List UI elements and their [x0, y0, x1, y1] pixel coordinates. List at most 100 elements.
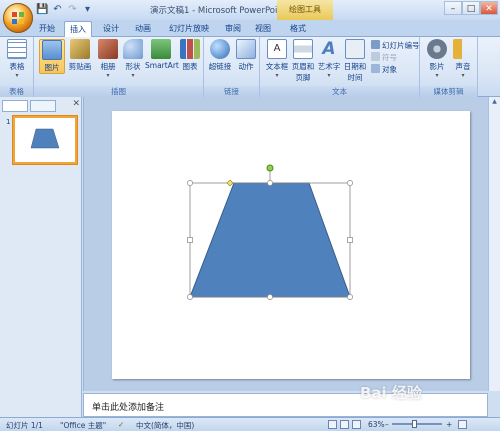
- close-button[interactable]: ✕: [480, 1, 498, 15]
- redo-icon[interactable]: ↷: [66, 3, 79, 16]
- object-icon: [371, 64, 380, 73]
- calendar-icon: [345, 39, 365, 59]
- chart-button[interactable]: 图表: [177, 39, 203, 72]
- language-status[interactable]: 中文(简体，中国): [136, 420, 194, 431]
- album-icon: [98, 39, 118, 59]
- group-media-label: 媒体剪辑: [420, 86, 477, 97]
- status-bar: 幻灯片 1/1 "Office 主题" ✓ 中文(简体，中国) 63% – +: [0, 417, 500, 431]
- resize-handle-w[interactable]: [187, 237, 193, 243]
- object-button[interactable]: 对象: [371, 64, 397, 75]
- symbol-button[interactable]: 符号: [371, 52, 397, 63]
- tab-design[interactable]: 设计: [98, 21, 124, 37]
- close-icon[interactable]: ✕: [72, 99, 80, 109]
- resize-handle-nw[interactable]: [187, 180, 193, 186]
- dropdown-arrow-icon: ▾: [461, 72, 465, 79]
- pane-tabs: ✕: [2, 99, 80, 112]
- wordart-button[interactable]: A 艺术字 ▾: [316, 39, 342, 79]
- fit-to-window-icon[interactable]: [458, 420, 467, 429]
- group-links-label: 链接: [204, 86, 259, 97]
- zoom-out-button[interactable]: –: [385, 420, 389, 429]
- clipart-icon: [70, 39, 90, 59]
- header-footer-label-2: 页脚: [295, 73, 311, 82]
- zoom-slider-thumb[interactable]: [412, 420, 417, 428]
- hyperlink-button[interactable]: 超链接: [207, 39, 233, 72]
- slide-number-button[interactable]: 幻灯片编号: [371, 40, 420, 51]
- theme-status[interactable]: "Office 主题": [60, 420, 106, 431]
- slide-count-status: 幻灯片 1/1: [6, 421, 43, 430]
- tab-review[interactable]: 审阅: [220, 21, 246, 37]
- shapes-button[interactable]: 形状 ▾: [120, 39, 146, 79]
- ribbon-tabs: 开始 插入 设计 动画 幻灯片放映 审阅 视图 格式: [0, 20, 500, 37]
- action-button-label: 动作: [238, 62, 254, 71]
- spellcheck-icon[interactable]: ✓: [118, 420, 124, 429]
- customize-qat-icon[interactable]: ▾: [81, 3, 94, 16]
- header-footer-button[interactable]: 页眉和 页脚: [290, 39, 316, 83]
- dropdown-arrow-icon: ▾: [15, 72, 19, 79]
- tab-format[interactable]: 格式: [284, 21, 312, 37]
- undo-icon[interactable]: ↶: [51, 3, 64, 16]
- maximize-button[interactable]: □: [462, 1, 480, 15]
- notes-pane[interactable]: 单击此处添加备注: [83, 393, 488, 417]
- minimize-button[interactable]: –: [444, 1, 462, 15]
- object-label: 对象: [382, 65, 397, 74]
- textbox-button-label: 文本框: [265, 62, 289, 71]
- vertical-scrollbar[interactable]: ▲: [488, 97, 500, 391]
- group-text-label: 文本: [260, 86, 419, 97]
- zoom-in-button[interactable]: +: [446, 420, 452, 429]
- sound-button[interactable]: 声音 ▾: [450, 39, 476, 79]
- slide-thumbnail[interactable]: [13, 116, 77, 164]
- outline-tab[interactable]: [30, 100, 56, 112]
- title-bar: 💾 ↶ ↷ ▾ 演示文稿1 - Microsoft PowerPoint 绘图工…: [0, 0, 500, 20]
- smartart-button[interactable]: SmartArt: [145, 39, 179, 70]
- tab-insert[interactable]: 插入: [64, 21, 92, 37]
- movie-button[interactable]: 影片 ▾: [424, 39, 450, 79]
- table-button[interactable]: 表格 ▾: [4, 39, 30, 79]
- textbox-button[interactable]: A 文本框 ▾: [264, 39, 290, 79]
- film-reel-icon: [427, 39, 447, 59]
- resize-handle-s[interactable]: [267, 294, 273, 300]
- office-button[interactable]: [3, 3, 33, 33]
- scroll-up-icon[interactable]: ▲: [489, 97, 500, 107]
- datetime-label-1: 日期和: [343, 62, 367, 71]
- resize-handle-n[interactable]: [267, 180, 273, 186]
- tab-slideshow[interactable]: 幻灯片放映: [164, 21, 214, 37]
- clipart-button-label: 剪贴画: [68, 62, 92, 71]
- resize-handle-se[interactable]: [347, 294, 353, 300]
- normal-view-icon[interactable]: [328, 420, 337, 429]
- trapezoid-shape[interactable]: [189, 182, 351, 298]
- group-text: A 文本框 ▾ 页眉和 页脚 A 艺术字 ▾ 日期和 时间 幻灯片编号 符号 对…: [260, 37, 420, 97]
- tab-view[interactable]: 视图: [250, 21, 276, 37]
- action-button[interactable]: 动作: [233, 39, 259, 72]
- action-icon: [236, 39, 256, 59]
- slide-canvas[interactable]: [112, 111, 470, 379]
- slide-sorter-icon[interactable]: [340, 420, 349, 429]
- resize-handle-ne[interactable]: [347, 180, 353, 186]
- tab-home[interactable]: 开始: [34, 21, 60, 37]
- adjust-handle[interactable]: [226, 179, 234, 187]
- zoom-slider[interactable]: [392, 423, 442, 425]
- album-button[interactable]: 相册 ▾: [95, 39, 121, 79]
- slides-pane: ✕ 1: [0, 97, 82, 417]
- notes-placeholder: 单击此处添加备注: [92, 403, 165, 413]
- picture-icon: [42, 40, 62, 60]
- slide-number: 1: [6, 118, 11, 126]
- slideshow-view-icon[interactable]: [352, 420, 361, 429]
- header-footer-label-1: 页眉和: [291, 62, 315, 71]
- group-links: 超链接 动作 链接: [204, 37, 260, 97]
- baidu-watermark: Bai 经验: [360, 384, 422, 402]
- speaker-icon: [453, 39, 473, 59]
- resize-handle-e[interactable]: [347, 237, 353, 243]
- symbol-label: 符号: [382, 53, 397, 62]
- window-title: 演示文稿1 - Microsoft PowerPoint: [150, 6, 287, 16]
- save-icon[interactable]: 💾: [36, 3, 49, 16]
- zoom-level[interactable]: 63%: [368, 420, 385, 429]
- datetime-button[interactable]: 日期和 时间: [342, 39, 368, 83]
- picture-button[interactable]: 图片: [39, 39, 65, 74]
- resize-handle-sw[interactable]: [187, 294, 193, 300]
- quick-access-toolbar: 💾 ↶ ↷ ▾: [36, 3, 94, 17]
- smartart-icon: [151, 39, 171, 59]
- rotate-handle[interactable]: [266, 164, 274, 172]
- tab-animation[interactable]: 动画: [130, 21, 156, 37]
- clipart-button[interactable]: 剪贴画: [67, 39, 93, 72]
- slides-tab[interactable]: [2, 100, 28, 112]
